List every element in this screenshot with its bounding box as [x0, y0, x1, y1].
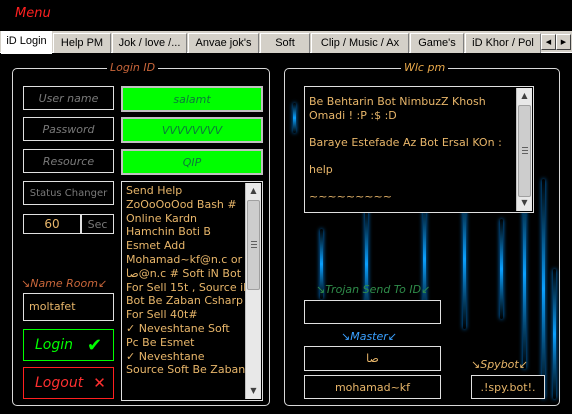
- tab-help-pm[interactable]: Help PM: [53, 33, 111, 53]
- close-icon: ✕: [93, 374, 106, 392]
- message-line: help: [309, 162, 333, 176]
- scroll-thumb[interactable]: [518, 105, 531, 197]
- scroll-thumb[interactable]: [247, 200, 260, 290]
- menu-bar: Menu: [0, 0, 572, 30]
- log-line: Mohamad~kf@n.c or: [126, 252, 243, 266]
- interval-unit: Sec: [87, 217, 108, 231]
- message-line: [309, 176, 513, 190]
- wlc-pm-group: Wlc pm Be Behtarin Bot NimbuzZ Khosh Oma…: [284, 61, 560, 406]
- master-value-1: صا: [366, 352, 379, 365]
- login-button[interactable]: Login ✔: [23, 329, 114, 361]
- password-label-box: Password: [23, 117, 114, 141]
- tab-anvae-joks[interactable]: Anvae jok's: [188, 33, 259, 53]
- password-input[interactable]: VVVVVVVV: [121, 117, 263, 143]
- scroll-down-icon[interactable]: ▼: [246, 383, 261, 399]
- tab-scroll-right-icon[interactable]: ▶: [556, 34, 571, 50]
- log-lines: Send Help ZoOoOoOod Bash # Online Kardn …: [126, 184, 252, 377]
- trojan-label: ↘Trojan Send To ID↙: [316, 283, 431, 296]
- log-line: Esmet Add: [126, 239, 186, 253]
- menu-item[interactable]: Menu: [15, 6, 51, 21]
- check-icon: ✔: [87, 334, 103, 356]
- log-line: Online Kardn: [126, 211, 198, 225]
- tab-content: Login ID User name salamt Password VVVVV…: [0, 54, 572, 414]
- spybot-value: .!spy.bot!.: [480, 381, 536, 394]
- login-id-group: Login ID User name salamt Password VVVVV…: [12, 61, 270, 406]
- log-line: Bot Be Zaban Csharp: [126, 294, 243, 308]
- resource-input[interactable]: QIP: [121, 149, 263, 175]
- log-line: For Sell 15t , Source iN: [126, 280, 252, 294]
- message-line: [309, 122, 513, 136]
- logout-button[interactable]: Logout ✕: [23, 367, 114, 399]
- username-input[interactable]: salamt: [121, 86, 263, 112]
- scroll-down-icon[interactable]: ▼: [517, 195, 532, 211]
- tab-soft[interactable]: Soft: [260, 33, 310, 53]
- logout-button-label: Logout: [35, 375, 84, 391]
- tab-id-khor-pol[interactable]: iD Khor / Pol: [465, 33, 541, 53]
- spybot-input[interactable]: .!spy.bot!.: [471, 375, 545, 399]
- password-placeholder: Password: [42, 122, 95, 136]
- interval-input[interactable]: 60: [23, 214, 81, 234]
- interval-unit-box: Sec: [81, 214, 114, 234]
- welcome-scrollbar[interactable]: ▲ ▼: [516, 88, 532, 211]
- tab-jok-love[interactable]: Jok / love /...: [112, 33, 187, 53]
- welcome-message-lines: Be Behtarin Bot NimbuzZ Khosh Omadi ! :P…: [309, 95, 513, 203]
- login-button-label: Login: [35, 337, 74, 353]
- scroll-up-icon[interactable]: ▲: [517, 88, 532, 104]
- login-id-title: Login ID: [107, 61, 159, 74]
- master-value-2: mohamad~kf: [334, 381, 411, 394]
- log-line: ✓ Neveshtane Soft: [126, 321, 230, 335]
- log-line: Hamchin Boti B: [126, 225, 211, 239]
- message-line: Omadi ! :P :$ :D: [309, 108, 397, 122]
- trojan-input[interactable]: [304, 300, 441, 324]
- resource-placeholder: Resource: [42, 154, 95, 168]
- name-room-label: ↘Name Room↙: [21, 277, 108, 290]
- tab-strip: iD Login Help PM Jok / love /... Anvae j…: [0, 31, 572, 54]
- log-line: صا@n.c # Soft iN Bot: [126, 266, 242, 280]
- log-line: Send Help: [126, 184, 183, 197]
- username-placeholder: User name: [38, 91, 99, 105]
- scroll-up-icon[interactable]: ▲: [246, 183, 261, 199]
- tab-id-login[interactable]: iD Login: [1, 31, 52, 54]
- message-line: Be Behtarin Bot NimbuzZ Khosh: [309, 95, 486, 108]
- log-line: Source Soft Be Zaban: [126, 363, 246, 377]
- log-textbox[interactable]: Send Help ZoOoOoOod Bash # Online Kardn …: [121, 181, 263, 401]
- message-line: ~~~~~~~~~: [309, 189, 392, 203]
- log-scrollbar[interactable]: ▲ ▼: [245, 183, 261, 399]
- interval-value: 60: [44, 217, 60, 231]
- room-value: moltafet: [29, 300, 76, 313]
- message-line: Baraye Estefade Az Bot Ersal KOn :: [309, 135, 502, 149]
- log-line: For Sell 40t#: [126, 308, 198, 322]
- log-line: ZoOoOoOod Bash #: [126, 197, 237, 211]
- master-input-1[interactable]: صا: [304, 346, 441, 371]
- tab-games[interactable]: Game's: [410, 33, 464, 53]
- log-line: ✓ Neveshtane: [126, 349, 205, 363]
- resource-label-box: Resource: [23, 149, 114, 173]
- status-changer-label: Status Changer: [29, 187, 108, 199]
- wlc-pm-title: Wlc pm: [401, 61, 449, 74]
- master-label: ↘Master↙: [341, 330, 397, 343]
- spybot-label: ↘Spybot↙: [471, 358, 528, 371]
- tab-scroll-left-icon[interactable]: ◀: [541, 34, 556, 50]
- log-line: Pc Be Esmet: [126, 335, 195, 349]
- tab-clip-music-ax[interactable]: Clip / Music / Ax: [311, 33, 409, 53]
- status-changer-box[interactable]: Status Changer: [23, 181, 114, 205]
- master-input-2[interactable]: mohamad~kf: [304, 375, 441, 399]
- username-label-box: User name: [23, 86, 114, 110]
- room-input[interactable]: moltafet: [23, 293, 114, 321]
- message-line: [309, 149, 513, 163]
- welcome-message-textbox[interactable]: Be Behtarin Bot NimbuzZ Khosh Omadi ! :P…: [304, 86, 534, 213]
